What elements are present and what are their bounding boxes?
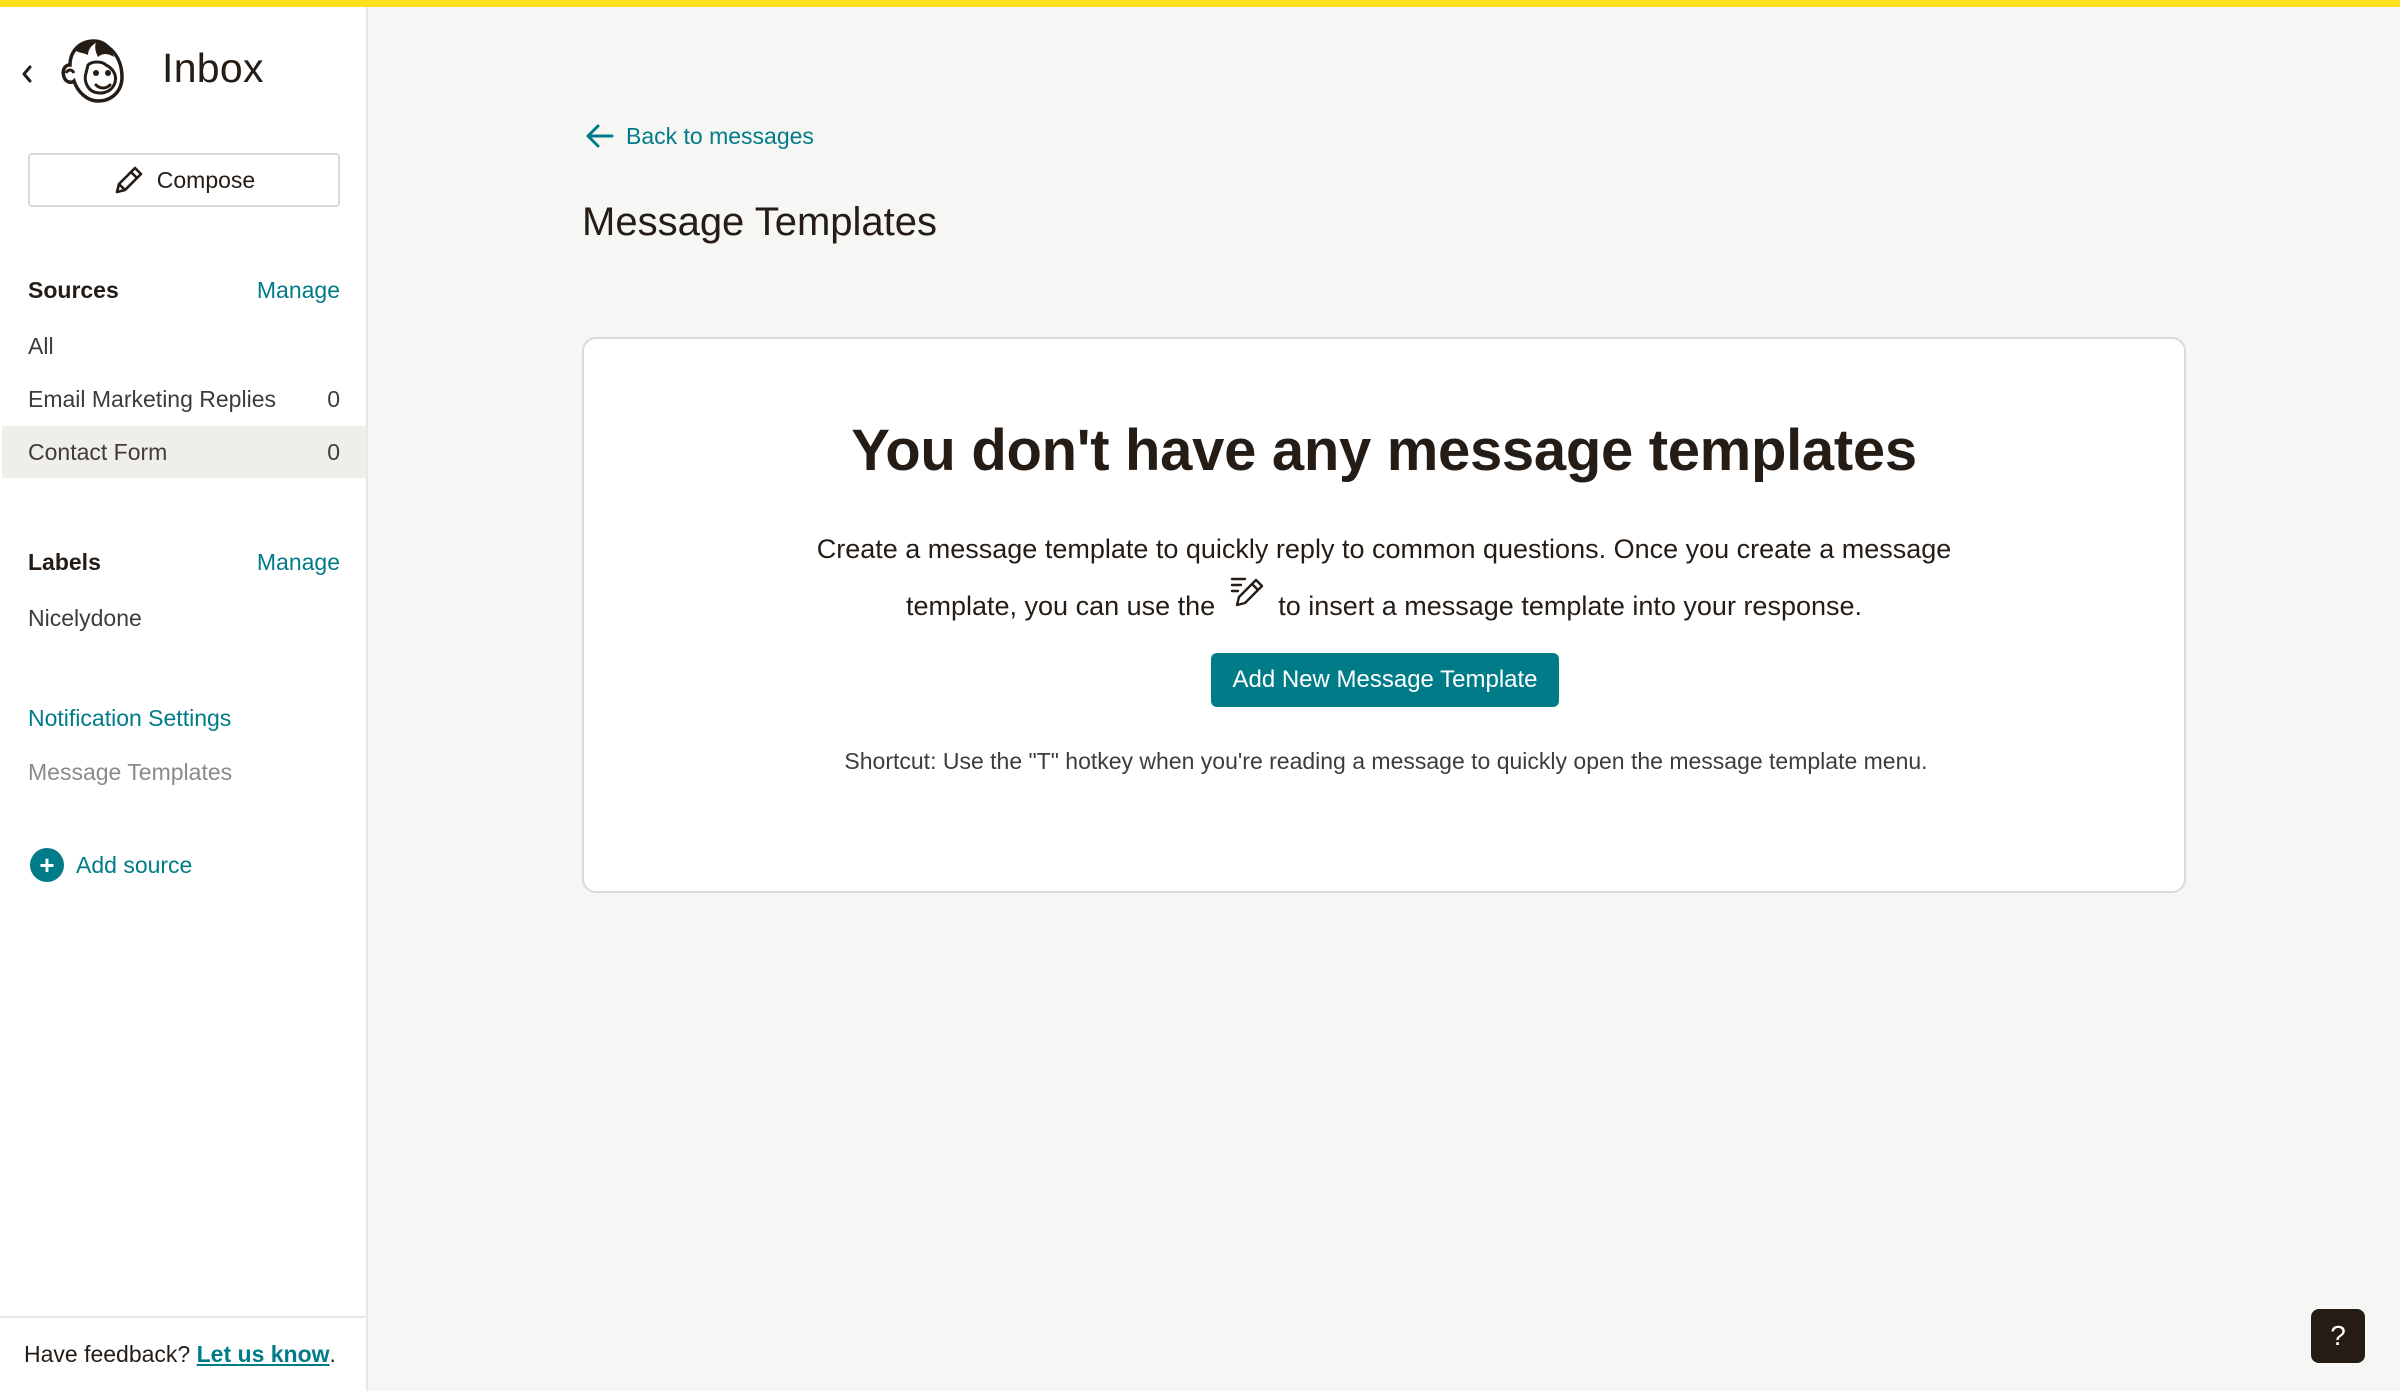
manage-sources-link[interactable]: Manage	[257, 277, 340, 304]
label-item-nicelydone[interactable]: Nicelydone	[2, 592, 366, 644]
source-label: Email Marketing Replies	[28, 385, 276, 412]
mailchimp-logo-icon	[58, 35, 130, 107]
app-title: Inbox	[162, 45, 264, 91]
notification-settings-link[interactable]: Notification Settings	[28, 705, 231, 732]
source-item-all[interactable]: All	[2, 320, 366, 372]
shortcut-hint: Shortcut: Use the "T" hotkey when you're…	[844, 748, 1928, 774]
feedback-prefix: Have feedback?	[24, 1341, 197, 1367]
page-title: Message Templates	[582, 200, 937, 244]
source-count: 0	[327, 385, 340, 412]
source-item-email-marketing-replies[interactable]: Email Marketing Replies 0	[2, 373, 366, 425]
description-line-2-after: to insert a message template into your r…	[1278, 591, 1863, 621]
source-label: All	[28, 332, 54, 359]
sidebar: Inbox Compose Sources Manage All Email M…	[0, 7, 368, 1391]
back-to-messages-link[interactable]: Back to messages	[584, 120, 814, 152]
chevron-left-icon	[22, 65, 32, 83]
help-button[interactable]: ?	[2311, 1309, 2365, 1363]
compose-label: Compose	[156, 166, 256, 193]
pencil-icon	[115, 166, 143, 194]
feedback-link[interactable]: Let us know	[197, 1341, 330, 1368]
description-line-2-before: template, you can use the	[905, 591, 1216, 621]
manage-labels-link[interactable]: Manage	[257, 549, 340, 576]
source-count: 0	[327, 438, 340, 465]
arrow-left-icon	[586, 124, 614, 148]
add-new-message-template-button[interactable]: Add New Message Template	[1211, 653, 1559, 707]
labels-title: Labels	[28, 548, 101, 575]
sources-title: Sources	[28, 276, 119, 303]
empty-state-description: Create a message template to quickly rep…	[584, 525, 2184, 630]
label-name: Nicelydone	[28, 604, 142, 631]
compose-button[interactable]: Compose	[28, 153, 340, 207]
description-line-1: Create a message template to quickly rep…	[816, 534, 1952, 564]
feedback-bar: Have feedback? Let us know .	[0, 1316, 366, 1391]
source-item-contact-form[interactable]: Contact Form 0	[2, 426, 366, 478]
empty-state-heading: You don't have any message templates	[851, 418, 1917, 483]
top-accent-bar	[0, 0, 2400, 7]
plus-circle-icon: +	[30, 848, 64, 882]
collapse-sidebar-button[interactable]	[16, 59, 38, 89]
message-templates-link[interactable]: Message Templates	[28, 759, 232, 786]
back-label: Back to messages	[626, 122, 814, 149]
empty-state-card: You don't have any message templates Cre…	[582, 337, 2186, 893]
labels-header: Labels Manage	[28, 545, 340, 579]
template-pencil-icon	[1230, 577, 1263, 607]
add-source-button[interactable]: + Add source	[30, 848, 192, 882]
sources-header: Sources Manage	[28, 273, 340, 307]
feedback-suffix: .	[329, 1341, 336, 1367]
add-source-label: Add source	[76, 851, 193, 878]
source-label: Contact Form	[28, 438, 168, 465]
description-line-2: template, you can use the to insert a me…	[584, 573, 2184, 630]
